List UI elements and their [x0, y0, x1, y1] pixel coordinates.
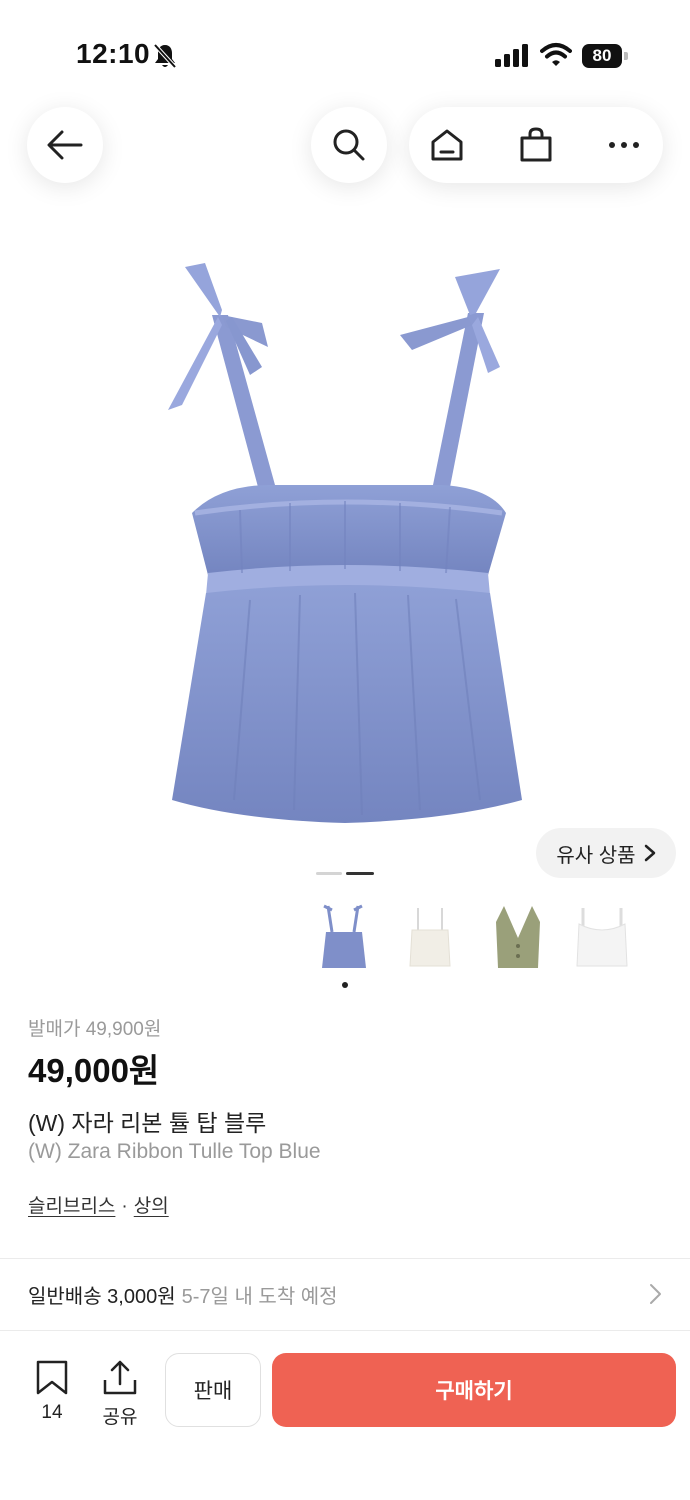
- thumbnail-selected-dot: [342, 982, 348, 988]
- save-button[interactable]: 14: [30, 1360, 74, 1430]
- shipping-row[interactable]: 일반배송 3,000원 5-7일 내 도착 예정: [0, 1260, 690, 1328]
- bottom-action-bar: 14 공유 판매 구매하기: [0, 1336, 690, 1500]
- divider: [0, 1258, 690, 1259]
- image-indicator-1: [316, 872, 342, 875]
- image-indicator-2: [346, 872, 374, 875]
- cart-button[interactable]: [516, 125, 556, 165]
- similar-products-label: 유사 상품: [556, 844, 636, 867]
- product-image[interactable]: [150, 255, 540, 835]
- thumb-white-cami[interactable]: [400, 898, 460, 976]
- search-icon: [333, 129, 365, 161]
- status-bar: 12:10 80: [0, 0, 690, 110]
- home-button[interactable]: [427, 125, 467, 165]
- status-time: 12:10: [76, 38, 151, 69]
- shipping-eta: 5-7일 내 도착 예정: [181, 1286, 338, 1308]
- battery-icon: 80: [582, 44, 628, 68]
- home-icon: [431, 129, 463, 161]
- save-count: 14: [41, 1402, 63, 1423]
- top-nav-actions: [409, 107, 663, 183]
- similar-products-button[interactable]: 유사 상품: [536, 828, 676, 878]
- share-icon: [103, 1360, 137, 1395]
- sell-button[interactable]: 판매: [165, 1353, 261, 1427]
- category-link-sleeveless[interactable]: 슬리브리스: [28, 1196, 115, 1217]
- bell-off-icon: [153, 43, 177, 69]
- product-title-en: (W) Zara Ribbon Tulle Top Blue: [28, 1140, 321, 1163]
- category-separator: ·: [121, 1196, 128, 1217]
- divider: [0, 1330, 690, 1331]
- battery-level: 80: [582, 44, 622, 68]
- chevron-right-icon: [644, 844, 655, 862]
- category-link-tops[interactable]: 상의: [134, 1196, 169, 1217]
- price: 49,000원: [28, 1052, 160, 1089]
- share-button[interactable]: 공유: [96, 1360, 144, 1430]
- bookmark-icon: [36, 1360, 68, 1395]
- thumb-blue-tulle-top[interactable]: [314, 898, 374, 976]
- thumb-khaki-vest[interactable]: [488, 898, 548, 976]
- shipping-fee: 일반배송 3,000원: [28, 1286, 176, 1308]
- back-button[interactable]: [27, 107, 103, 183]
- thumb-white-top[interactable]: [572, 898, 632, 976]
- buy-button[interactable]: 구매하기: [272, 1353, 676, 1427]
- search-button[interactable]: [311, 107, 387, 183]
- wifi-icon: [540, 43, 572, 66]
- category-breadcrumb: 슬리브리스 · 상의: [28, 1191, 169, 1218]
- chevron-right-icon: [650, 1284, 661, 1304]
- cell-signal-icon: [495, 44, 528, 67]
- product-title-ko: (W) 자라 리본 튤 탑 블루: [28, 1110, 267, 1136]
- shopping-bag-icon: [520, 127, 552, 162]
- share-label: 공유: [102, 1407, 138, 1428]
- more-button[interactable]: [604, 125, 644, 165]
- back-arrow-icon: [47, 130, 83, 160]
- original-price: 발매가 49,900원: [28, 1019, 162, 1040]
- more-icon: [609, 142, 639, 148]
